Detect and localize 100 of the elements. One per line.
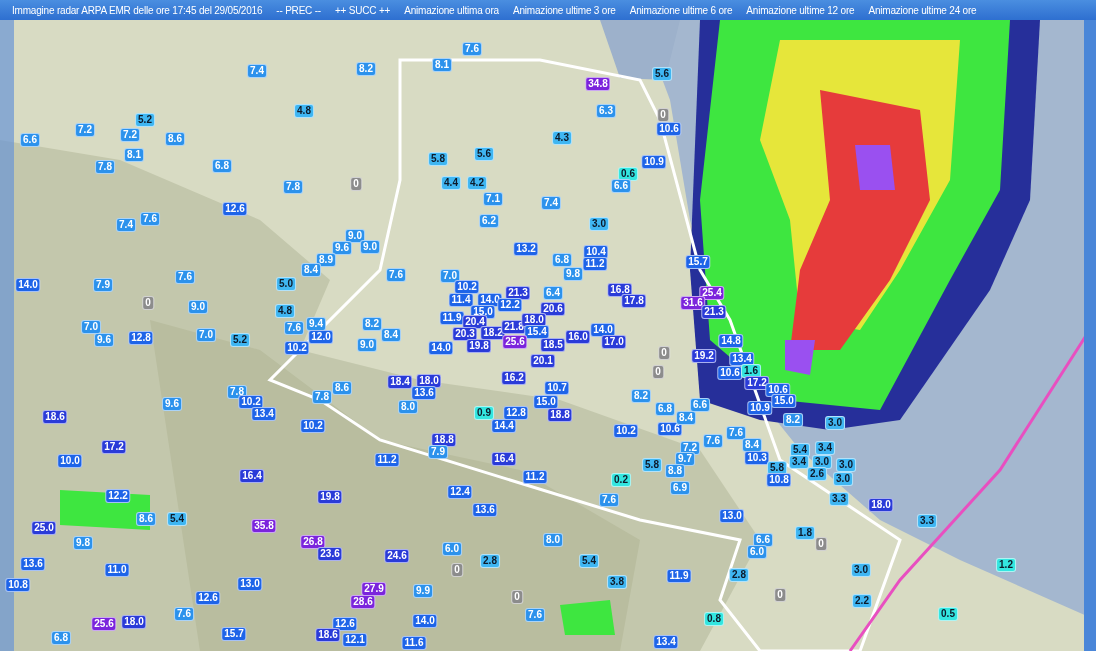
rain-gauge-badge[interactable]: 16.2 xyxy=(501,371,527,385)
rain-gauge-badge[interactable]: 7.2 xyxy=(75,123,95,137)
rain-gauge-badge[interactable]: 13.4 xyxy=(729,352,755,366)
rain-gauge-badge[interactable]: 0.5 xyxy=(938,607,958,621)
rain-gauge-badge[interactable]: 13.6 xyxy=(411,386,437,400)
rain-gauge-badge[interactable]: 10.6 xyxy=(657,422,683,436)
rain-gauge-badge[interactable]: 6.6 xyxy=(20,133,40,147)
rain-gauge-badge[interactable]: 11.2 xyxy=(582,257,608,271)
rain-gauge-badge[interactable]: 8.0 xyxy=(543,533,563,547)
rain-gauge-badge[interactable]: 8.4 xyxy=(742,438,762,452)
rain-gauge-badge[interactable]: 3.0 xyxy=(851,563,871,577)
rain-gauge-badge[interactable]: 2.6 xyxy=(807,467,827,481)
rain-gauge-badge[interactable]: 13.4 xyxy=(251,407,277,421)
rain-gauge-badge[interactable]: 8.1 xyxy=(124,148,144,162)
rain-gauge-badge[interactable]: 18.6 xyxy=(315,628,341,642)
rain-gauge-badge[interactable]: 9.0 xyxy=(357,338,377,352)
rain-gauge-badge[interactable]: 8.2 xyxy=(362,317,382,331)
rain-gauge-badge[interactable]: 34.8 xyxy=(585,77,611,91)
rain-gauge-badge[interactable]: 15.0 xyxy=(771,394,797,408)
rain-gauge-badge[interactable]: 9.8 xyxy=(73,536,93,550)
rain-gauge-badge[interactable]: 5.8 xyxy=(428,152,448,166)
rain-gauge-badge[interactable]: 3.4 xyxy=(789,455,809,469)
rain-gauge-badge[interactable]: 6.3 xyxy=(596,104,616,118)
rain-gauge-badge[interactable]: 4.8 xyxy=(294,104,314,118)
rain-gauge-badge[interactable]: 7.6 xyxy=(726,426,746,440)
rain-gauge-badge[interactable]: 20.3 xyxy=(452,327,478,341)
rain-gauge-badge[interactable]: 8.2 xyxy=(631,389,651,403)
rain-gauge-badge[interactable]: 4.8 xyxy=(275,304,295,318)
nav-link[interactable]: -- PREC -- xyxy=(276,2,321,18)
rain-gauge-badge[interactable]: 12.6 xyxy=(195,591,221,605)
rain-gauge-badge[interactable]: 7.4 xyxy=(247,64,267,78)
rain-gauge-badge[interactable]: 10.8 xyxy=(5,578,31,592)
rain-gauge-badge[interactable]: 8.8 xyxy=(665,464,685,478)
rain-gauge-badge[interactable]: 7.6 xyxy=(284,321,304,335)
rain-gauge-badge[interactable]: 13.2 xyxy=(513,242,539,256)
rain-gauge-badge[interactable]: 7.8 xyxy=(283,180,303,194)
rain-gauge-badge[interactable]: 14.8 xyxy=(718,334,744,348)
rain-gauge-badge[interactable]: 5.4 xyxy=(790,443,810,457)
rain-gauge-badge[interactable]: 2.8 xyxy=(729,568,749,582)
rain-gauge-badge[interactable]: 8.1 xyxy=(432,58,452,72)
rain-gauge-badge[interactable]: 18.4 xyxy=(387,375,413,389)
rain-gauge-badge[interactable]: 3.4 xyxy=(815,441,835,455)
rain-gauge-badge[interactable]: 24.6 xyxy=(384,549,410,563)
rain-gauge-badge[interactable]: 18.8 xyxy=(547,408,573,422)
rain-gauge-badge[interactable]: 11.6 xyxy=(401,636,427,650)
rain-gauge-badge[interactable]: 12.1 xyxy=(342,633,368,647)
rain-gauge-badge[interactable]: 16.4 xyxy=(239,469,265,483)
rain-gauge-badge[interactable]: 7.6 xyxy=(386,268,406,282)
rain-gauge-badge[interactable]: 1.2 xyxy=(996,558,1016,572)
nav-link[interactable]: Animazione ultima ora xyxy=(404,2,499,18)
rain-gauge-badge[interactable]: 9.6 xyxy=(332,241,352,255)
rain-gauge-badge[interactable]: 15.7 xyxy=(221,627,247,641)
rain-gauge-badge[interactable]: 11.2 xyxy=(522,470,548,484)
rain-gauge-badge[interactable]: 18.6 xyxy=(42,410,68,424)
rain-gauge-badge[interactable]: 14.0 xyxy=(428,341,454,355)
rain-gauge-badge[interactable]: 7.6 xyxy=(599,493,619,507)
rain-gauge-badge[interactable]: 6.2 xyxy=(479,214,499,228)
rain-gauge-badge[interactable]: 5.4 xyxy=(167,512,187,526)
rain-gauge-badge[interactable]: 6.8 xyxy=(655,402,675,416)
rain-gauge-badge[interactable]: 10.9 xyxy=(747,401,773,415)
rain-gauge-badge[interactable]: 21.3 xyxy=(701,305,727,319)
rain-gauge-badge[interactable]: 25.6 xyxy=(502,335,528,349)
rain-gauge-badge[interactable]: 17.2 xyxy=(101,440,127,454)
rain-gauge-badge[interactable]: 10.8 xyxy=(766,473,792,487)
rain-gauge-badge[interactable]: 12.8 xyxy=(503,406,529,420)
rain-gauge-badge[interactable]: 14.0 xyxy=(590,323,616,337)
rain-gauge-badge[interactable]: 7.6 xyxy=(703,434,723,448)
rain-gauge-badge[interactable]: 9.0 xyxy=(188,300,208,314)
nav-link[interactable]: Animazione ultime 12 ore xyxy=(746,2,855,18)
rain-gauge-badge[interactable]: 3.3 xyxy=(917,514,937,528)
rain-gauge-badge[interactable]: 5.2 xyxy=(135,113,155,127)
rain-gauge-badge[interactable]: 4.3 xyxy=(552,131,572,145)
rain-gauge-badge[interactable]: 6.8 xyxy=(212,159,232,173)
rain-gauge-badge[interactable]: 8.4 xyxy=(676,411,696,425)
rain-gauge-badge[interactable]: 12.2 xyxy=(497,298,523,312)
rain-gauge-badge[interactable]: 1.6 xyxy=(741,364,761,378)
rain-gauge-badge[interactable]: 13.4 xyxy=(653,635,679,649)
rain-gauge-badge[interactable]: 2.8 xyxy=(480,554,500,568)
rain-gauge-badge[interactable]: 3.0 xyxy=(836,458,856,472)
rain-gauge-badge[interactable]: 19.8 xyxy=(317,490,343,504)
rain-gauge-badge[interactable]: 10.6 xyxy=(656,122,682,136)
rain-gauge-badge[interactable]: 16.8 xyxy=(607,283,633,297)
rain-gauge-badge[interactable]: 15.4 xyxy=(524,325,550,339)
rain-gauge-badge[interactable]: 20.1 xyxy=(530,354,556,368)
rain-gauge-badge[interactable]: 18.5 xyxy=(540,338,566,352)
rain-gauge-badge[interactable]: 6.8 xyxy=(552,253,572,267)
rain-gauge-badge[interactable]: 7.9 xyxy=(93,278,113,292)
rain-gauge-badge[interactable]: 13.6 xyxy=(472,503,498,517)
rain-gauge-badge[interactable]: 16.4 xyxy=(491,452,517,466)
rain-gauge-badge[interactable]: 9.7 xyxy=(675,452,695,466)
rain-gauge-badge[interactable]: 9.0 xyxy=(360,240,380,254)
rain-gauge-badge[interactable]: 13.6 xyxy=(20,557,46,571)
rain-gauge-badge[interactable]: 3.0 xyxy=(812,455,832,469)
rain-gauge-badge[interactable]: 0 xyxy=(451,563,463,577)
rain-gauge-badge[interactable]: 16.0 xyxy=(565,330,591,344)
rain-gauge-badge[interactable]: 7.6 xyxy=(140,212,160,226)
rain-gauge-badge[interactable]: 0.2 xyxy=(611,473,631,487)
rain-gauge-badge[interactable]: 5.6 xyxy=(652,67,672,81)
rain-gauge-badge[interactable]: 14.0 xyxy=(15,278,41,292)
rain-gauge-badge[interactable]: 14.0 xyxy=(412,614,438,628)
